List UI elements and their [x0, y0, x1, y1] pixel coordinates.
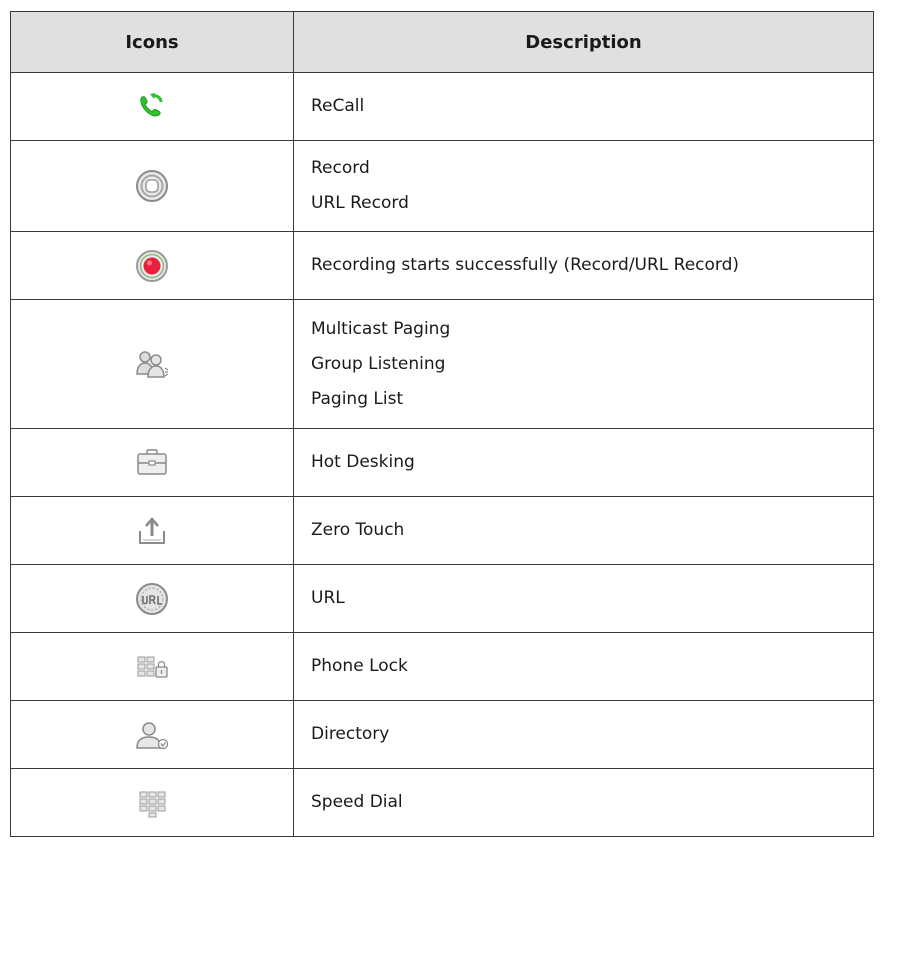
description-cell: Speed Dial — [293, 768, 874, 837]
table-row: Hot Desking — [10, 428, 874, 497]
table-row: Zero Touch — [10, 496, 874, 565]
directory-icon — [132, 715, 172, 755]
description-cell: ReCall — [293, 72, 874, 141]
icon-cell — [10, 72, 294, 141]
description-cell: Directory — [293, 700, 874, 769]
multicast-paging-icon — [132, 344, 172, 384]
description-cell: Zero Touch — [293, 496, 874, 565]
description-line: URL Record — [311, 193, 409, 213]
table-row: Phone Lock — [10, 632, 874, 701]
description-line: Paging List — [311, 388, 404, 409]
description-line: Phone Lock — [311, 656, 408, 676]
icon-cell — [10, 496, 294, 565]
icon-cell — [10, 632, 294, 701]
icons-table: Icons Description ReCall Record URL Reco… — [10, 11, 874, 837]
icon-cell — [10, 140, 294, 232]
description-line: Speed Dial — [311, 792, 403, 812]
table-row: Speed Dial — [10, 768, 874, 837]
url-icon — [132, 579, 172, 619]
description-cell: Recording starts successfully (Record/UR… — [293, 231, 874, 300]
table-row: Multicast Paging Group Listening Paging … — [10, 299, 874, 429]
table-row: Record URL Record — [10, 140, 874, 232]
icon-cell — [10, 299, 294, 429]
description-cell: Hot Desking — [293, 428, 874, 497]
icons-column-header: Icons — [10, 11, 294, 73]
description-line: URL — [311, 588, 345, 608]
hot-desking-icon — [132, 443, 172, 483]
phone-lock-icon — [132, 647, 172, 687]
zero-touch-icon — [132, 511, 172, 551]
icon-cell — [10, 700, 294, 769]
icon-cell — [10, 564, 294, 633]
description-line: Multicast Paging — [311, 318, 451, 339]
description-line: Record — [311, 158, 370, 178]
table-row: Directory — [10, 700, 874, 769]
icon-cell — [10, 231, 294, 300]
description-line: Hot Desking — [311, 452, 415, 472]
icon-cell — [10, 428, 294, 497]
table-row: ReCall — [10, 72, 874, 141]
speed-dial-icon — [132, 783, 172, 823]
description-cell: Multicast Paging Group Listening Paging … — [293, 299, 874, 429]
record-icon — [132, 166, 172, 206]
description-line: ReCall — [311, 96, 365, 116]
description-line: Zero Touch — [311, 520, 405, 540]
recall-phone-icon — [132, 87, 172, 127]
description-cell: Record URL Record — [293, 140, 874, 232]
description-line: Group Listening — [311, 353, 446, 374]
header-row: Icons Description — [10, 11, 874, 73]
description-line: Directory — [311, 724, 390, 744]
recording-active-icon — [132, 246, 172, 286]
table-row: Recording starts successfully (Record/UR… — [10, 231, 874, 300]
description-cell: URL — [293, 564, 874, 633]
description-line: Recording starts successfully (Record/UR… — [311, 255, 740, 275]
icon-cell — [10, 768, 294, 837]
description-cell: Phone Lock — [293, 632, 874, 701]
description-column-header: Description — [293, 11, 874, 73]
table-row: URL — [10, 564, 874, 633]
